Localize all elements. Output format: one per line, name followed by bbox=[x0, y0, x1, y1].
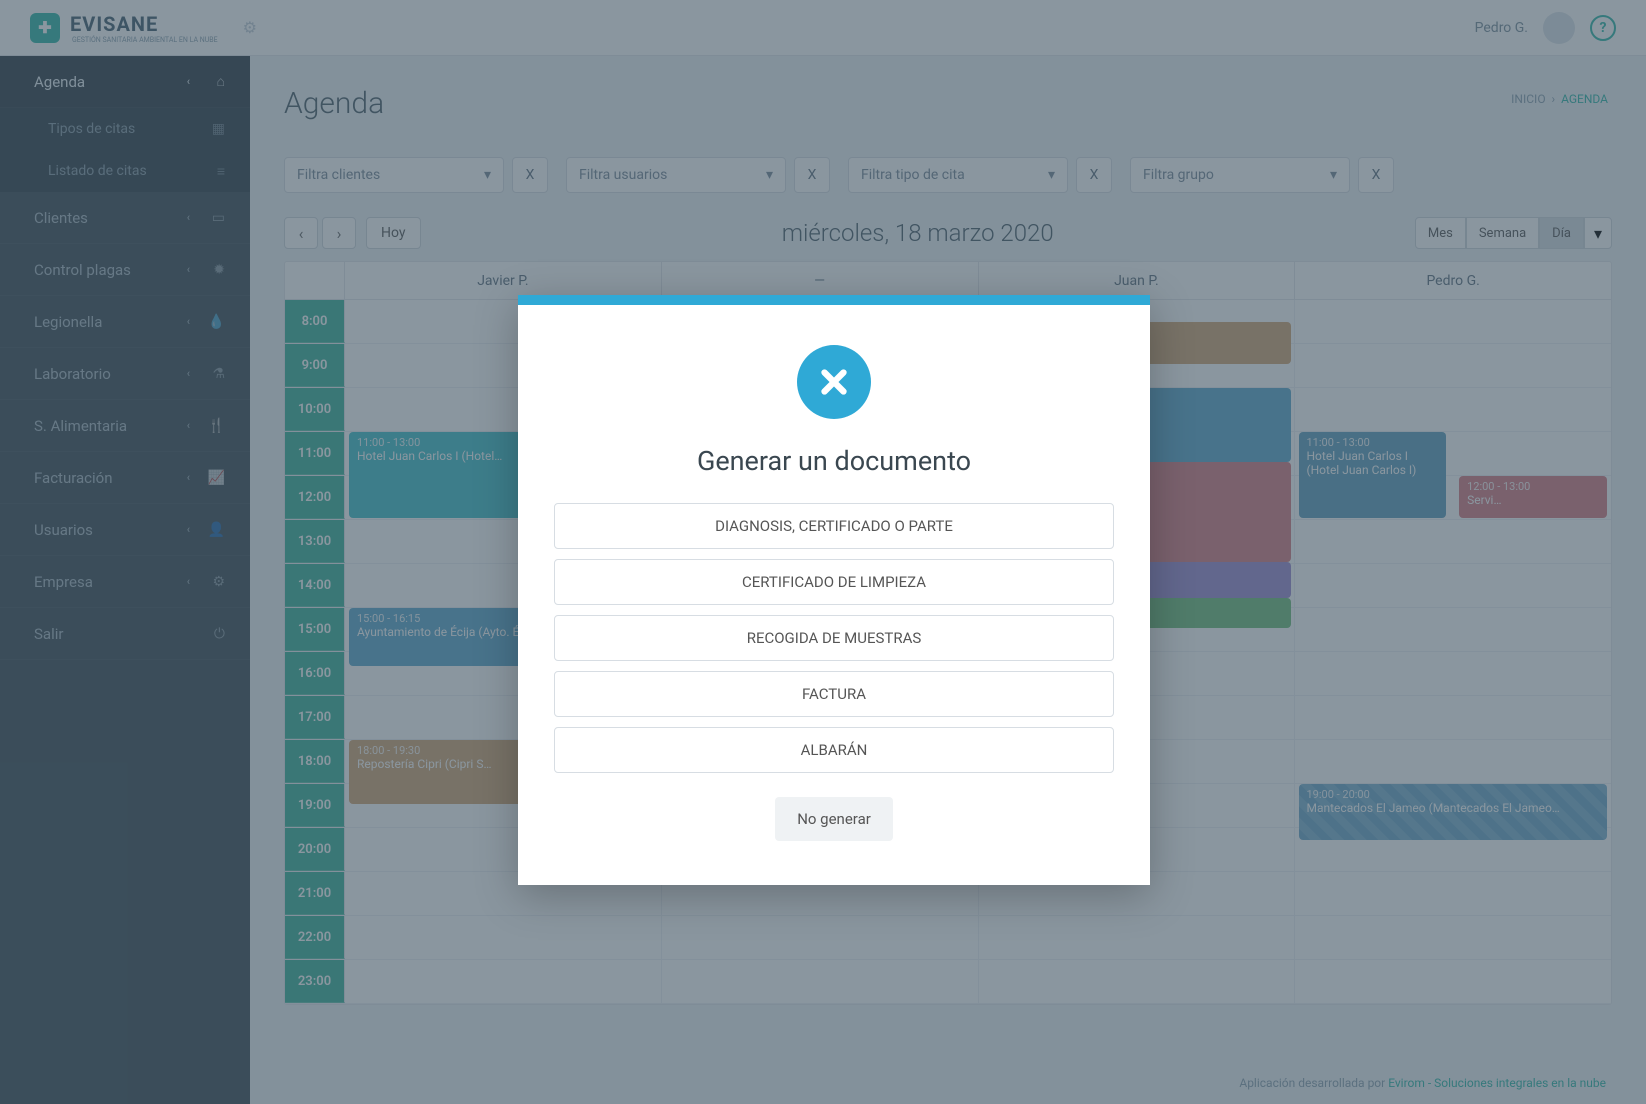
modal-option-albaran[interactable]: ALBARÁN bbox=[554, 727, 1114, 773]
close-circle-icon bbox=[797, 345, 871, 419]
modal-option-certificado-limpieza[interactable]: CERTIFICADO DE LIMPIEZA bbox=[554, 559, 1114, 605]
modal-cancel-button[interactable]: No generar bbox=[775, 797, 893, 841]
generate-document-modal: Generar un documento DIAGNOSIS, CERTIFIC… bbox=[518, 295, 1150, 885]
modal-option-diagnosis[interactable]: DIAGNOSIS, CERTIFICADO O PARTE bbox=[554, 503, 1114, 549]
modal-option-factura[interactable]: FACTURA bbox=[554, 671, 1114, 717]
modal-option-recogida-muestras[interactable]: RECOGIDA DE MUESTRAS bbox=[554, 615, 1114, 661]
modal-title: Generar un documento bbox=[554, 445, 1114, 477]
